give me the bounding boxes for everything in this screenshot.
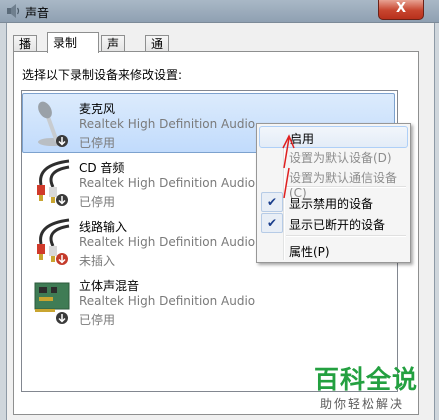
watermark: 百科全说 助你轻松解决 [308,360,438,418]
device-name: 立体声混音 [79,279,140,293]
menu-item-label: 设置为默认设备(D) [289,151,392,165]
menu-item-properties[interactable]: 属性(P) [259,240,408,260]
context-menu: 启用 设置为默认设备(D) 设置为默认通信设备(C) ✔ 显示禁用的设备 ✔ 显… [256,123,411,263]
device-item-stereo-mix[interactable]: 立体声混音 Realtek High Definition Audio 已停用 [23,271,393,329]
watermark-subtitle: 助你轻松解决 [320,397,405,411]
device-status: 未插入 [79,254,116,268]
device-status: 已停用 [79,313,116,327]
device-status: 已停用 [79,136,116,150]
menu-item-set-default-comm[interactable]: 设置为默认通信设备(C) [259,166,408,200]
instruction-label: 选择以下录制设备来修改设置: [22,68,183,82]
tab-sounds[interactable]: 声音 [101,35,126,67]
circuit-board-icon [34,282,70,324]
menu-item-show-disabled[interactable]: ✔ 显示禁用的设备 [259,192,408,212]
tab-recording[interactable]: 录制 [47,32,99,53]
title-bar: 声音 X [0,0,439,23]
menu-item-label: 显示已断开的设备 [289,218,386,232]
device-driver: Realtek High Definition Audio [79,117,256,131]
audio-cable-icon [37,159,70,206]
device-name: 麦克风 [79,102,116,116]
window-title: 声音 [25,6,50,20]
menu-item-label: 启用 [290,132,315,146]
device-name: 线路输入 [79,220,128,234]
menu-item-show-disconnected[interactable]: ✔ 显示已断开的设备 [259,213,408,233]
tab-playback[interactable]: 播放 [13,35,38,67]
close-button[interactable]: X [378,0,424,20]
device-status: 已停用 [79,195,116,209]
menu-item-set-default[interactable]: 设置为默认设备(D) [259,146,408,166]
checkmark-icon: ✔ [261,192,283,212]
watermark-title: 百科全说 [314,365,419,394]
microphone-icon [38,101,68,147]
tab-communications[interactable]: 通信 [145,35,170,67]
menu-item-enable[interactable]: 启用 [259,126,408,148]
device-driver: Realtek High Definition Audio [79,235,256,249]
audio-cable-icon [37,218,70,265]
device-driver: Realtek High Definition Audio [79,176,256,190]
speaker-icon [7,4,20,18]
device-driver: Realtek High Definition Audio [79,294,256,308]
menu-item-label: 显示禁用的设备 [289,197,374,211]
menu-separator [286,186,406,188]
menu-item-label: 属性(P) [289,245,330,259]
menu-separator [286,235,406,237]
device-name: CD 音频 [79,161,125,175]
checkmark-icon: ✔ [261,213,283,233]
